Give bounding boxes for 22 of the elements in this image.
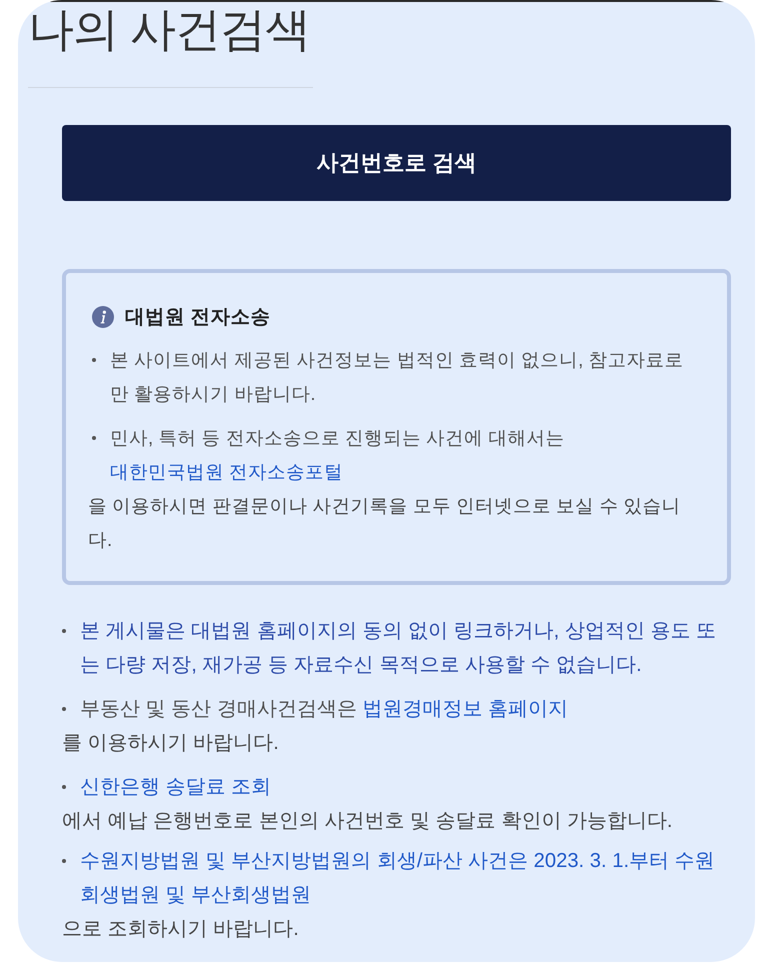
note-text: 본 사이트에서 제공된 사건정보는 법적인 효력이 없으니, 참고자료로만 활용하시기 바랍니다. — [110, 349, 684, 404]
text-link[interactable]: 신한은행 송달료 조회 — [80, 770, 272, 804]
text-link[interactable]: 수원지방법원 및 부산지방법원의 회생/파산 사건은 2023. 3. 1.부터 수원회생법원 및 부산회생법원 — [80, 844, 731, 912]
bullet-icon — [62, 785, 66, 789]
note-text: 부동산 및 동산 경매사건검색은 — [80, 698, 357, 720]
bullet-icon — [92, 436, 96, 440]
bullet-icon — [62, 859, 66, 863]
note-text: 민사, 특허 등 전자소송으로 진행되는 사건에 대해서는 — [110, 427, 564, 448]
info-icon — [92, 306, 114, 328]
text-link[interactable]: 대한민국법원 전자소송포털 — [110, 455, 344, 489]
info-heading: 대법원 전자소송 — [125, 305, 270, 330]
note-text: 본 게시물은 대법원 홈페이지의 동의 없이 링크하거나, 상업적인 용도 또는 다량 저장, 재가공 등 자료수신 목적으로 사용할 수 없습니다. — [80, 620, 716, 676]
page-title: 나의 사건검색 — [28, 2, 310, 56]
note-text: 에서 예납 은행번호로 본인의 사건번호 및 송달료 확인이 가능합니다. — [62, 809, 674, 834]
search-button[interactable]: 사건번호로 검색 — [62, 125, 731, 201]
text-link[interactable]: 법원경매정보 홈페이지 — [362, 692, 568, 726]
bullet-icon — [92, 358, 96, 362]
note-text: 를 이용하시기 바랍니다. — [62, 731, 280, 756]
bullet-icon — [62, 707, 66, 711]
bullet-icon — [62, 629, 66, 633]
note-text: 을 이용하시면 판결문이나 사건기록을 모두 인터넷으로 보실 수 있습니다. — [88, 494, 682, 552]
note-text: 으로 조회하시기 바랍니다. — [62, 917, 300, 942]
